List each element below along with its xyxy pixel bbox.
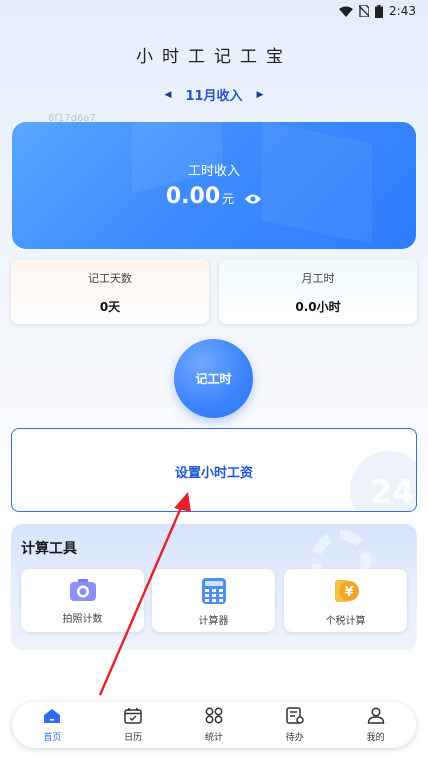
card-decoration bbox=[132, 122, 222, 194]
month-hours-card: 月工时 0.0小时 bbox=[219, 259, 417, 324]
card-decoration bbox=[262, 122, 372, 244]
eye-icon[interactable] bbox=[244, 190, 262, 209]
nav-item-todo[interactable]: 待办 bbox=[265, 707, 325, 743]
wifi-icon bbox=[339, 6, 354, 17]
calculator-label: 计算器 bbox=[198, 616, 229, 627]
tax-calc-button[interactable]: ¥ 个税计算 bbox=[284, 569, 407, 632]
income-label: 工时收入 bbox=[187, 164, 240, 179]
set-hourly-wage-label: 设置小时工资 bbox=[174, 466, 253, 481]
tax-calc-label: 个税计算 bbox=[325, 616, 366, 627]
nav-label-calendar: 日历 bbox=[124, 733, 143, 743]
coin-icon: ¥ bbox=[332, 578, 360, 608]
status-bar: 2:43 bbox=[0, 0, 428, 22]
work-days-value: 0天 bbox=[99, 300, 121, 314]
nav-label-todo: 待办 bbox=[285, 733, 304, 743]
income-amount-row: 0.00 元 bbox=[12, 184, 416, 209]
tools-title: 计算工具 bbox=[21, 541, 77, 557]
svg-text:¥: ¥ bbox=[344, 585, 353, 600]
photo-count-button[interactable]: 拍照计数 bbox=[21, 569, 144, 632]
battery-icon bbox=[375, 4, 384, 18]
photo-count-label: 拍照计数 bbox=[62, 614, 103, 625]
income-card: 工时收入 0.00 元 bbox=[12, 122, 416, 249]
nav-item-home[interactable]: 首页 bbox=[22, 708, 82, 743]
grid-icon bbox=[205, 707, 223, 728]
calendar-icon bbox=[124, 707, 142, 728]
income-amount: 0.00 bbox=[165, 184, 221, 209]
bottom-nav: 首页 日历 统计 待办 我的 bbox=[12, 702, 416, 748]
month-switcher: ◀ 11月收入 ▶ bbox=[0, 85, 428, 104]
calculator-button[interactable]: 计算器 bbox=[152, 569, 275, 632]
nav-label-stats: 统计 bbox=[204, 733, 223, 743]
month-hours-title: 月工时 bbox=[301, 272, 335, 285]
set-hourly-wage-button[interactable]: 24 设置小时工资 bbox=[11, 428, 417, 512]
calculator-icon bbox=[201, 578, 226, 608]
user-icon bbox=[367, 707, 385, 728]
nav-item-stats[interactable]: 统计 bbox=[184, 707, 244, 743]
month-hours-value: 0.0小时 bbox=[295, 300, 341, 314]
work-days-title: 记工天数 bbox=[88, 272, 132, 285]
income-unit: 元 bbox=[222, 192, 235, 206]
no-sim-icon bbox=[359, 5, 370, 17]
nav-item-me[interactable]: 我的 bbox=[346, 707, 406, 743]
month-label: 11月收入 bbox=[185, 89, 243, 104]
record-hours-button[interactable]: 记工时 bbox=[174, 339, 253, 418]
nav-label-home: 首页 bbox=[43, 732, 62, 743]
nav-label-me: 我的 bbox=[366, 733, 385, 743]
prev-month-button[interactable]: ◀ bbox=[165, 90, 172, 100]
todo-icon bbox=[286, 707, 304, 728]
home-icon bbox=[43, 708, 61, 728]
work-days-card: 记工天数 0天 bbox=[11, 259, 209, 324]
status-time: 2:43 bbox=[389, 4, 416, 18]
nav-item-calendar[interactable]: 日历 bbox=[103, 707, 163, 743]
camera-icon bbox=[69, 578, 97, 606]
next-month-button[interactable]: ▶ bbox=[257, 90, 264, 100]
tools-panel: 计算工具 拍照计数 计算器 ¥ 个税计算 bbox=[11, 524, 417, 650]
app-title: 小时工记工宝 bbox=[136, 47, 292, 67]
